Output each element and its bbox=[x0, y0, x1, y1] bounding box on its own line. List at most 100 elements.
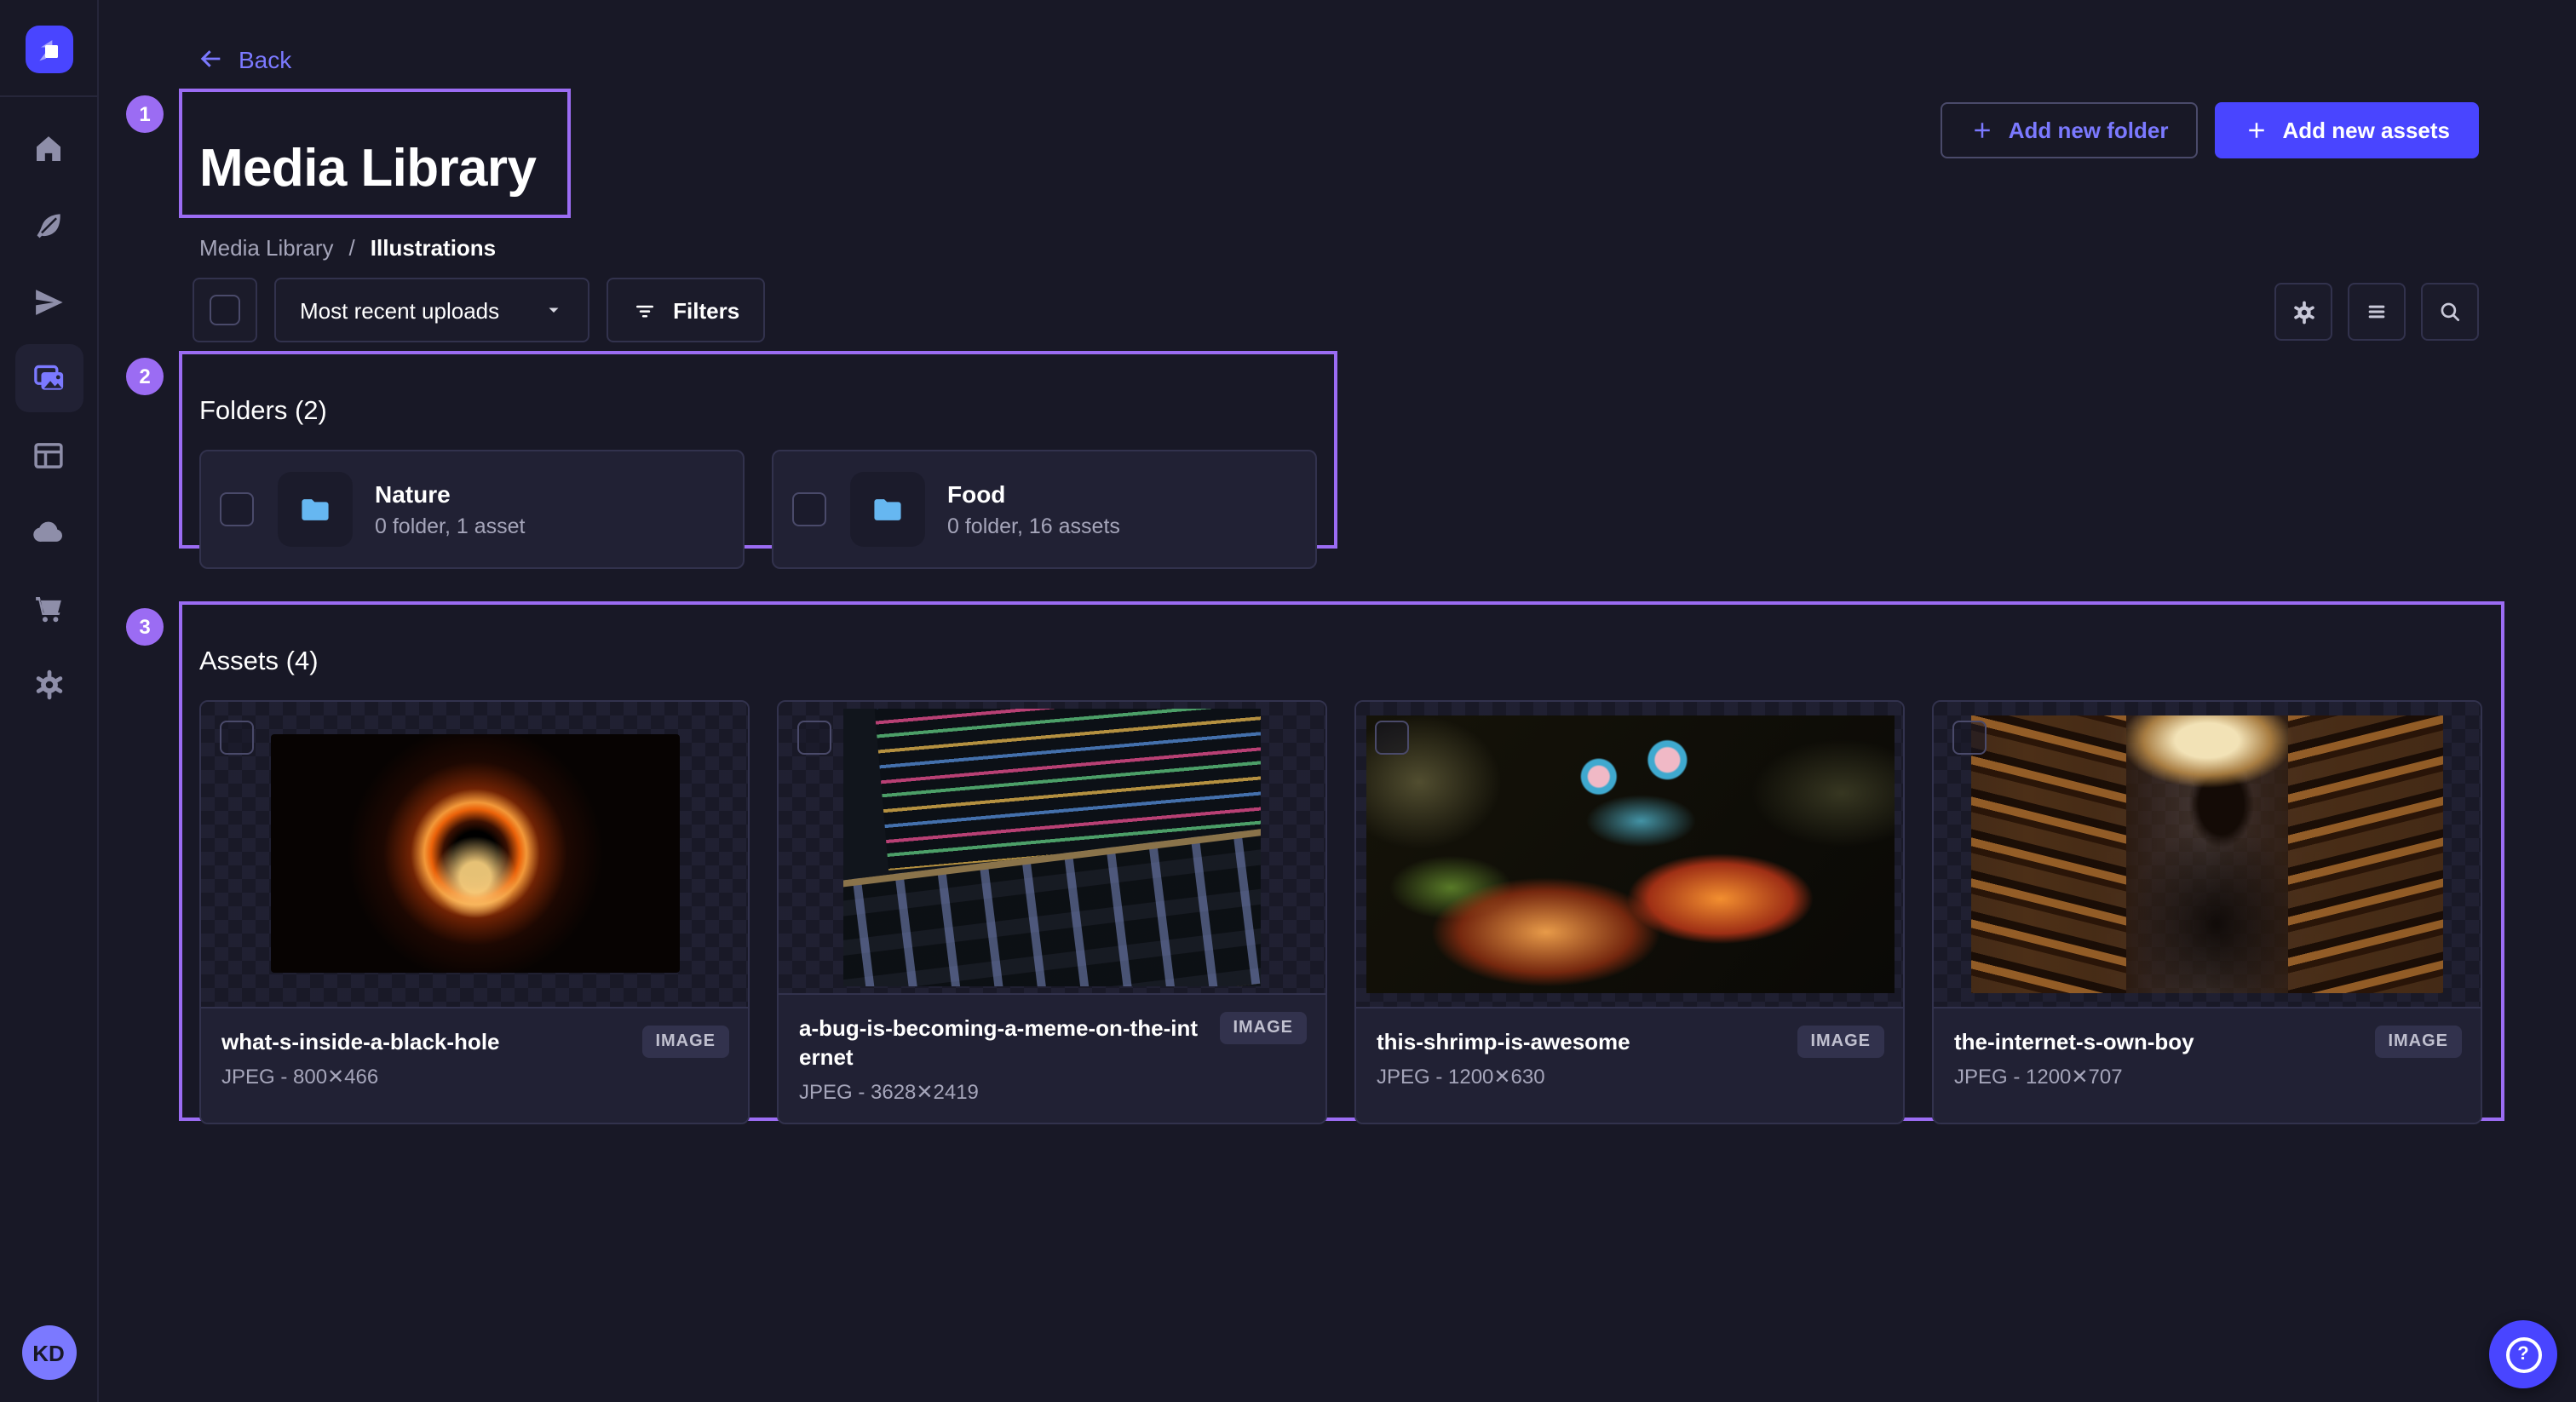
asset-meta: JPEG - 800✕466 bbox=[221, 1064, 727, 1088]
asset-type-badge: IMAGE bbox=[1219, 1011, 1307, 1043]
asset-type-badge: IMAGE bbox=[641, 1025, 729, 1057]
folder-card-food[interactable]: Food 0 folder, 16 assets bbox=[772, 449, 1317, 568]
gear-icon bbox=[30, 666, 67, 704]
library-portrait-image bbox=[1971, 715, 2443, 992]
sidebar-item-media-library[interactable] bbox=[14, 344, 83, 412]
asset-type-badge: IMAGE bbox=[2374, 1025, 2462, 1057]
asset-checkbox[interactable] bbox=[1375, 720, 1409, 754]
configure-view-button[interactable] bbox=[2274, 283, 2332, 341]
breadcrumb-current: Illustrations bbox=[371, 234, 496, 260]
paper-plane-icon bbox=[31, 284, 66, 319]
select-all-checkbox-wrapper[interactable] bbox=[193, 278, 257, 342]
cart-icon bbox=[31, 590, 66, 626]
annotation-badge-1: 1 bbox=[126, 95, 164, 133]
asset-card-internets-own-boy[interactable]: the-internet-s-own-boy JPEG - 1200✕707 I… bbox=[1932, 699, 2482, 1123]
help-button[interactable] bbox=[2489, 1320, 2557, 1388]
sidebar-item-marketplace[interactable] bbox=[14, 574, 83, 642]
cloud-icon bbox=[30, 513, 67, 550]
search-icon bbox=[2436, 298, 2464, 325]
chevron-down-icon bbox=[543, 300, 564, 320]
sort-dropdown[interactable]: Most recent uploads bbox=[274, 278, 589, 342]
folder-name[interactable]: Food bbox=[947, 480, 1120, 507]
annotation-box-2: 2 Folders (2) Nature 0 folder, 1 asset bbox=[179, 351, 1337, 549]
sidebar-item-release[interactable] bbox=[14, 267, 83, 336]
mantis-shrimp-image bbox=[1366, 715, 1894, 992]
filters-label: Filters bbox=[673, 297, 739, 323]
list-view-button[interactable] bbox=[2348, 283, 2406, 341]
layout-icon bbox=[31, 437, 66, 473]
select-all-checkbox[interactable] bbox=[210, 295, 240, 325]
app: KD Back 1 Media Library Media Library / … bbox=[0, 0, 2576, 1402]
strapi-logo-button[interactable] bbox=[25, 26, 72, 73]
asset-card-shrimp[interactable]: this-shrimp-is-awesome JPEG - 1200✕630 I… bbox=[1354, 699, 1905, 1123]
question-mark-icon bbox=[2505, 1336, 2541, 1372]
filter-icon bbox=[632, 297, 658, 323]
folder-meta: 0 folder, 1 asset bbox=[375, 514, 526, 537]
asset-thumbnail bbox=[1934, 701, 2481, 1006]
add-new-folder-button[interactable]: Add new folder bbox=[1941, 102, 2198, 158]
annotation-badge-2: 2 bbox=[126, 358, 164, 395]
asset-thumbnail bbox=[1356, 701, 1903, 1006]
asset-card-bug-meme[interactable]: a-bug-is-becoming-a-meme-on-the-internet… bbox=[777, 699, 1327, 1123]
arrow-left-icon bbox=[196, 44, 225, 73]
folder-icon bbox=[869, 490, 906, 527]
breadcrumb-separator: / bbox=[349, 234, 355, 260]
sidebar-item-deploy[interactable] bbox=[14, 497, 83, 566]
sidebar-item-home[interactable] bbox=[14, 114, 83, 182]
black-hole-image bbox=[270, 734, 679, 973]
assets-heading: Assets (4) bbox=[199, 647, 2484, 678]
folder-tile bbox=[850, 471, 925, 546]
folder-meta: 0 folder, 16 assets bbox=[947, 514, 1120, 537]
asset-thumbnail bbox=[779, 701, 1325, 992]
annotation-box-3: 3 Assets (4) what-s-inside-a-black-hole … bbox=[179, 601, 2504, 1121]
folder-card-nature[interactable]: Nature 0 folder, 1 asset bbox=[199, 449, 745, 568]
add-new-assets-button[interactable]: Add new assets bbox=[2214, 102, 2479, 158]
add-new-folder-label: Add new folder bbox=[2009, 118, 2169, 143]
add-new-assets-label: Add new assets bbox=[2282, 118, 2450, 143]
user-avatar[interactable]: KD bbox=[21, 1325, 76, 1380]
filters-button[interactable]: Filters bbox=[607, 278, 765, 342]
list-icon bbox=[2363, 298, 2390, 325]
assets-row: what-s-inside-a-black-hole JPEG - 800✕46… bbox=[199, 699, 2484, 1123]
laptop-code-image bbox=[843, 708, 1261, 985]
asset-checkbox[interactable] bbox=[797, 720, 831, 754]
breadcrumb: Media Library / Illustrations bbox=[199, 234, 550, 260]
gear-icon bbox=[2289, 297, 2318, 326]
strapi-logo-icon bbox=[32, 32, 66, 66]
annotation-box-1: 1 Media Library Media Library / Illustra… bbox=[179, 89, 571, 218]
back-link[interactable]: Back bbox=[196, 44, 291, 73]
search-button[interactable] bbox=[2421, 283, 2479, 341]
sidebar-nav bbox=[14, 114, 83, 727]
folder-checkbox[interactable] bbox=[220, 491, 254, 526]
asset-checkbox[interactable] bbox=[1952, 720, 1987, 754]
folder-icon bbox=[296, 490, 334, 527]
annotation-badge-3: 3 bbox=[126, 608, 164, 646]
header-actions: Add new folder Add new assets bbox=[1941, 102, 2479, 158]
plus-icon bbox=[1969, 118, 1995, 143]
back-label: Back bbox=[239, 45, 291, 72]
view-options bbox=[2274, 283, 2479, 341]
asset-checkbox[interactable] bbox=[220, 720, 254, 754]
folders-heading: Folders (2) bbox=[199, 397, 1317, 428]
sidebar: KD bbox=[0, 0, 99, 1402]
sort-dropdown-value: Most recent uploads bbox=[300, 297, 499, 323]
feather-icon bbox=[31, 207, 66, 243]
sidebar-item-settings[interactable] bbox=[14, 651, 83, 719]
plus-icon bbox=[2243, 118, 2268, 143]
folder-name[interactable]: Nature bbox=[375, 480, 526, 507]
sidebar-item-content-manager[interactable] bbox=[14, 191, 83, 259]
breadcrumb-parent[interactable]: Media Library bbox=[199, 234, 334, 260]
asset-meta: JPEG - 1200✕630 bbox=[1377, 1064, 1883, 1088]
page-title: Media Library bbox=[199, 138, 550, 199]
folders-row: Nature 0 folder, 1 asset Food 0 folder, … bbox=[199, 449, 1317, 568]
folder-tile bbox=[278, 471, 353, 546]
folder-checkbox[interactable] bbox=[792, 491, 826, 526]
sidebar-item-content-type-builder[interactable] bbox=[14, 421, 83, 489]
main-content: Back 1 Media Library Media Library / Ill… bbox=[99, 0, 2576, 1402]
sidebar-divider bbox=[0, 95, 97, 97]
asset-type-badge: IMAGE bbox=[1797, 1025, 1884, 1057]
home-icon bbox=[31, 130, 66, 166]
asset-meta: JPEG - 3628✕2419 bbox=[799, 1079, 1305, 1103]
asset-meta: JPEG - 1200✕707 bbox=[1954, 1064, 2460, 1088]
asset-card-black-hole[interactable]: what-s-inside-a-black-hole JPEG - 800✕46… bbox=[199, 699, 750, 1123]
